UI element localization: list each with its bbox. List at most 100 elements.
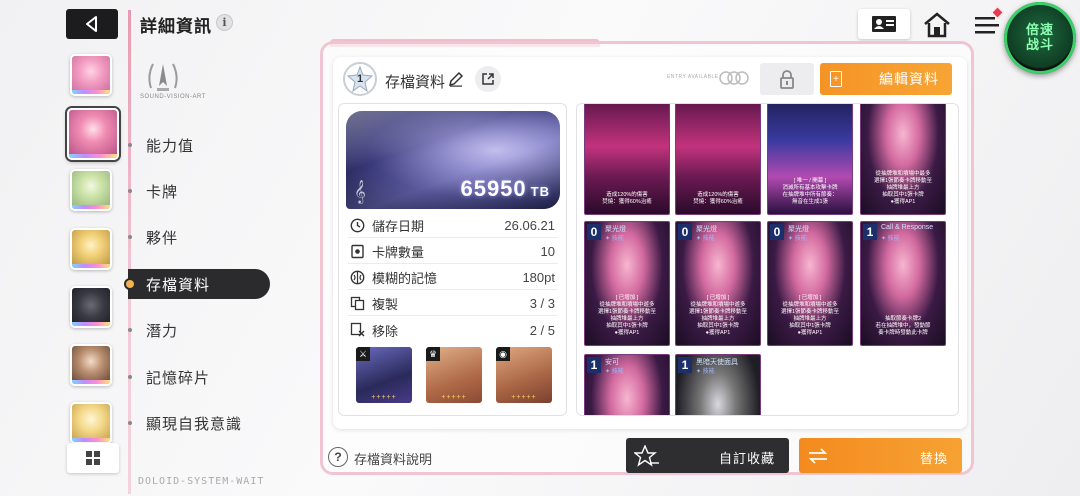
- card-description: [ 已增加 ] 從抽牌堆和墳場中遊多 選擇1張節奏卡牌移動至 抽牌堆最上方 抽取其中1張…: [597, 295, 657, 336]
- stat-key: 複製: [372, 297, 399, 312]
- replace-button[interactable]: 替換: [799, 438, 962, 473]
- help-link[interactable]: 存檔資料說明: [354, 449, 432, 468]
- card-icon: [351, 244, 364, 259]
- avatar-6[interactable]: [70, 344, 112, 386]
- panel-title: 存檔資料: [385, 74, 446, 91]
- share-icon: [482, 73, 494, 85]
- page-title: 詳細資訊: [140, 17, 212, 36]
- bullet-icon: [128, 189, 132, 193]
- home-icon: [924, 12, 950, 38]
- menu-item-self-awareness[interactable]: 顯現自我意識: [128, 408, 270, 438]
- card-description: 造成120%的傷害 焚燒：獲得60%治癒: [602, 192, 652, 205]
- bottom-code-text: DOLOID-SYSTEM-WAIT: [138, 476, 265, 487]
- back-button[interactable]: [66, 9, 118, 39]
- card-item[interactable]: [ 唯一 / 開幕 ] 消滅所有基本攻擊卡牌 在抽牌堆中所有節奏： 無音在生成1張: [767, 104, 853, 215]
- custom-collection-label: 自訂收藏: [718, 451, 775, 466]
- bullet-icon: [128, 375, 132, 379]
- star-edit-icon: [634, 445, 659, 467]
- card-cost: 1: [587, 357, 601, 373]
- avatar-7[interactable]: [70, 402, 112, 444]
- card-item[interactable]: 1 黑暗天使面具 ✦ 技能: [675, 354, 761, 415]
- stat-key: 儲存日期: [372, 219, 425, 234]
- swap-arrows-icon: [808, 448, 828, 464]
- card-type: ✦ 技能: [605, 236, 624, 242]
- edit-data-button[interactable]: + 編輯資料: [820, 63, 952, 95]
- menu-item-memory-fragments[interactable]: 記憶碎片: [128, 362, 270, 392]
- bullet-icon: [128, 143, 132, 147]
- equipment-ring[interactable]: ◉ +++++: [496, 347, 552, 403]
- custom-collection-button[interactable]: 自訂收藏: [626, 438, 789, 473]
- stat-row-save-date: 儲存日期 26.06.21: [348, 214, 558, 238]
- pen-icon[interactable]: [448, 71, 464, 87]
- rings-icon: [719, 71, 749, 85]
- share-button[interactable]: [475, 66, 501, 92]
- home-button[interactable]: [920, 9, 954, 41]
- profile-card-button[interactable]: [858, 9, 910, 39]
- lock-button[interactable]: [760, 63, 814, 95]
- card-item[interactable]: 0 聚光燈 ✦ 技能[ 已增加 ] 從抽牌堆和墳場中遊多 選擇1張節奏卡牌移動至 抽牌堆最…: [675, 221, 761, 346]
- avatar-5[interactable]: [70, 286, 112, 328]
- stat-row-fuzzy-memory: 模糊的記憶 180pt: [348, 266, 558, 290]
- card-item[interactable]: 造成120%的傷害 焚燒：獲得60%治癒: [584, 104, 670, 215]
- menu-item-save-data[interactable]: 存檔資料: [126, 269, 270, 299]
- crown-icon: ♛: [426, 347, 440, 361]
- id-card-icon: [872, 16, 896, 32]
- card-deck-grid: 造成120%的傷害 焚燒：獲得60%治癒 造成120%的傷害 焚燒：獲得60%治癒 …: [576, 103, 959, 416]
- card-cost: 0: [678, 224, 692, 240]
- back-arrow-icon: [86, 16, 97, 32]
- logo-text: SOUND-VISION-ART: [140, 94, 206, 100]
- menu-item-partners[interactable]: 夥伴: [128, 222, 270, 252]
- remove-icon: [350, 322, 365, 337]
- card-description: 從抽牌堆和墳場中最多 選擇1張節奏卡牌移動至 抽牌堆最上方 抽取其中1張卡牌 ●獲得AP…: [873, 171, 933, 205]
- grid-icon: [86, 451, 100, 465]
- menu-item-cards[interactable]: 卡牌: [128, 176, 270, 206]
- card-type: ✦ 技能: [696, 369, 715, 375]
- speed-battle-button[interactable]: 倍速 战斗: [1004, 2, 1076, 74]
- laurel-logo-icon: [148, 63, 178, 91]
- menu-item-label: 顯現自我意識: [146, 415, 243, 433]
- avatar-1[interactable]: [70, 54, 112, 96]
- stat-value: 3 / 3: [529, 296, 555, 311]
- equipment-stars: +++++: [371, 394, 397, 401]
- card-item[interactable]: 從抽牌堆和墳場中最多 選擇1張節奏卡牌移動至 抽牌堆最上方 抽取其中1張卡牌 ●獲得AP…: [860, 104, 946, 215]
- equipment-weapon[interactable]: ⚔ +++++: [356, 347, 412, 403]
- card-type: ✦ 技能: [605, 369, 624, 375]
- sword-icon: ⚔: [356, 347, 370, 361]
- menu-item-label: 卡牌: [146, 183, 179, 201]
- info-icon[interactable]: i: [216, 14, 233, 31]
- card-cost: 0: [770, 224, 784, 240]
- card-description: 抽取節奏卡牌2 若在抽牌堆中，發動節 奏卡牌時發動此卡牌: [875, 316, 931, 336]
- help-icon[interactable]: ?: [328, 447, 348, 467]
- lock-icon: [780, 70, 794, 89]
- avatar-3[interactable]: [70, 169, 112, 211]
- card-item[interactable]: 0 聚光燈 ✦ 技能[ 已增加 ] 從抽牌堆和墳場中遊多 選擇1張節奏卡牌移動至 抽牌堆最…: [584, 221, 670, 346]
- menu-item-potential[interactable]: 潛力: [128, 315, 270, 345]
- menu-item-label: 潛力: [146, 322, 179, 340]
- stat-row-copy: 複製 3 / 3: [348, 292, 558, 316]
- equipment-stars: +++++: [511, 394, 537, 401]
- card-item[interactable]: 1 安可 ✦ 技能: [584, 354, 670, 415]
- stat-value: 2 / 5: [529, 322, 555, 338]
- stat-row-card-count: 卡牌數量 10: [348, 240, 558, 264]
- active-bullet-icon: [126, 280, 134, 288]
- card-item[interactable]: 0 聚光燈 ✦ 技能[ 已增加 ] 從抽牌堆和墳場中遊多 選擇1張節奏卡牌移動至 抽牌堆最…: [767, 221, 853, 346]
- avatar-4[interactable]: [70, 228, 112, 270]
- avatar-selected[interactable]: [67, 108, 119, 160]
- stat-value: 10: [540, 244, 555, 259]
- menu-item-label: 存檔資料: [146, 276, 211, 294]
- capacity-unit: TB: [530, 184, 550, 199]
- card-name: Call & Response: [881, 224, 934, 231]
- card-type: ✦ 技能: [881, 236, 900, 242]
- card-item[interactable]: 造成120%的傷害 焚燒：獲得60%治癒: [675, 104, 761, 215]
- card-description: [ 已增加 ] 從抽牌堆和墳場中遊多 選擇1張節奏卡牌移動至 抽牌堆最上方 抽取其中1張…: [780, 295, 840, 336]
- clock-icon: [350, 218, 365, 233]
- menu-item-label: 記憶碎片: [146, 369, 211, 387]
- grid-view-button[interactable]: [67, 443, 119, 473]
- equipment-accessory[interactable]: ♛ +++++: [426, 347, 482, 403]
- bullet-icon: [128, 421, 132, 425]
- menu-item-stats[interactable]: 能力值: [128, 130, 270, 160]
- stat-value: 26.06.21: [504, 218, 555, 233]
- card-item[interactable]: 1 Call & Response ✦ 技能 抽取節奏卡牌2 若在抽牌堆中，發動節 奏卡牌…: [860, 221, 946, 346]
- data-capacity-banner: 𝄞 65950 TB: [346, 111, 560, 209]
- replace-label: 替換: [919, 451, 948, 466]
